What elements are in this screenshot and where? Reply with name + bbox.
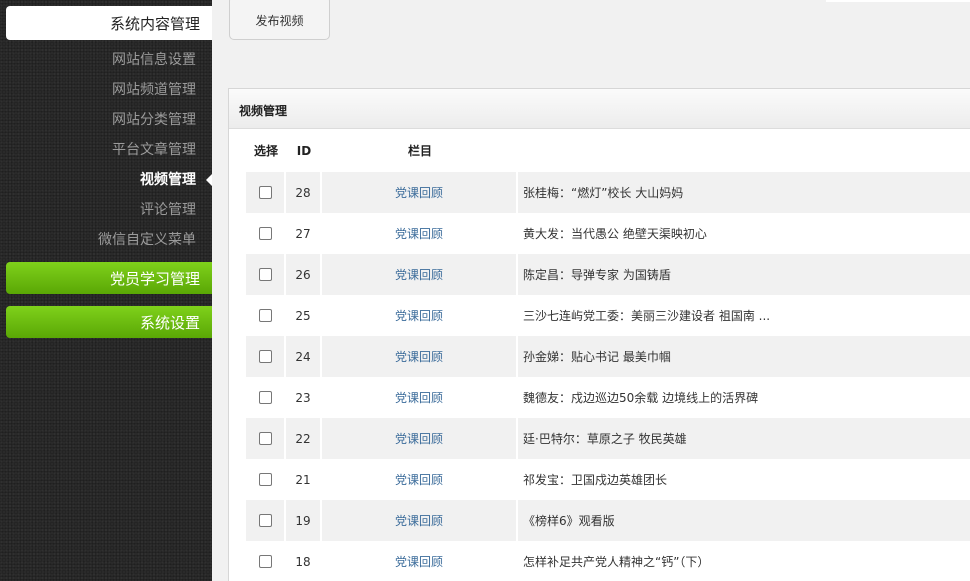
row-title: 黄大发：当代愚公 绝壁天渠映初心 [518,213,970,254]
row-column-link[interactable]: 党课回顾 [322,459,518,500]
select-cell [246,254,286,295]
publish-video-button[interactable]: 发布视频 [229,0,330,40]
sidebar-header-content-management[interactable]: 系统内容管理 [6,6,212,40]
row-checkbox[interactable] [258,432,272,445]
table-row: 23 党课回顾 魏德友：戍边巡边50余载 边境线上的活界碑 [246,377,970,418]
row-title: 祁发宝：卫国戍边英雄团长 [518,459,970,500]
row-id: 24 [286,336,322,377]
sidebar-item-articles[interactable]: 平台文章管理 [0,135,212,165]
row-title: 廷·巴特尔：草原之子 牧民英雄 [518,418,970,459]
table-row: 27 党课回顾 黄大发：当代愚公 绝壁天渠映初心 [246,213,970,254]
row-checkbox[interactable] [258,350,272,363]
select-cell [246,295,286,336]
table-header: 选择 ID 栏目 [246,129,970,172]
row-column-link[interactable]: 党课回顾 [322,377,518,418]
select-cell [246,336,286,377]
row-title: 怎样补足共产党人精神之“钙”（下） [518,541,970,581]
row-checkbox[interactable] [258,473,272,486]
sidebar-item-label: 平台文章管理 [112,142,196,158]
row-id: 19 [286,500,322,541]
publish-video-label: 发布视频 [255,13,304,28]
table-row: 18 党课回顾 怎样补足共产党人精神之“钙”（下） [246,541,970,581]
select-cell [246,541,286,581]
row-id: 26 [286,254,322,295]
sidebar-header-label: 系统内容管理 [109,14,200,33]
video-management-panel: 视频管理 选择 ID 栏目 28 党课回顾 张桂梅：“燃灯”校长 大山妈妈 27… [228,88,970,581]
row-column-link[interactable]: 党课回顾 [322,500,518,541]
sidebar-item-site-info[interactable]: 网站信息设置 [0,45,212,75]
row-column-link[interactable]: 党课回顾 [322,295,518,336]
row-title: 《榜样6》观看版 [518,500,970,541]
column-header-id: ID [296,143,312,158]
row-checkbox[interactable] [258,555,272,568]
sidebar-item-label: 视频管理 [140,172,196,188]
sidebar-item-wechat-menu[interactable]: 微信自定义菜单 [0,225,212,255]
table-body: 28 党课回顾 张桂梅：“燃灯”校长 大山妈妈 27 党课回顾 黄大发：当代愚公… [246,172,970,581]
sidebar-item-videos[interactable]: 视频管理 [0,165,212,195]
select-cell [246,172,286,213]
row-title: 孙金娣：贴心书记 最美巾帼 [518,336,970,377]
row-id: 23 [286,377,322,418]
row-title: 张桂梅：“燃灯”校长 大山妈妈 [518,172,970,213]
row-column-link[interactable]: 党课回顾 [322,213,518,254]
sidebar: 系统内容管理 网站信息设置 网站频道管理 网站分类管理 平台文章管理 视频管理 … [0,0,212,581]
row-title: 陈定昌：导弹专家 为国铸盾 [518,254,970,295]
sidebar-item-comments[interactable]: 评论管理 [0,195,212,225]
column-header-column: 栏目 [407,144,432,158]
row-id: 27 [286,213,322,254]
row-id: 22 [286,418,322,459]
row-column-link[interactable]: 党课回顾 [322,541,518,581]
sidebar-section-member-learning[interactable]: 党员学习管理 [6,262,212,294]
sidebar-section-label: 党员学习管理 [109,269,200,288]
row-checkbox[interactable] [258,268,272,281]
sidebar-section-label: 系统设置 [139,313,200,332]
column-header-select: 选择 [253,144,278,158]
row-column-link[interactable]: 党课回顾 [322,172,518,213]
row-id: 21 [286,459,322,500]
row-id: 25 [286,295,322,336]
sidebar-item-label: 评论管理 [140,202,196,218]
row-checkbox[interactable] [258,391,272,404]
table-row: 19 党课回顾 《榜样6》观看版 [246,500,970,541]
table-row: 24 党课回顾 孙金娣：贴心书记 最美巾帼 [246,336,970,377]
select-cell [246,500,286,541]
row-id: 18 [286,541,322,581]
row-column-link[interactable]: 党课回顾 [322,254,518,295]
video-table: 选择 ID 栏目 28 党课回顾 张桂梅：“燃灯”校长 大山妈妈 27 党课回顾… [246,129,970,581]
row-column-link[interactable]: 党课回顾 [322,418,518,459]
sidebar-section-system-settings[interactable]: 系统设置 [6,306,212,338]
row-checkbox[interactable] [258,227,272,240]
select-cell [246,213,286,254]
select-cell [246,418,286,459]
table-row: 28 党课回顾 张桂梅：“燃灯”校长 大山妈妈 [246,172,970,213]
row-title: 三沙七连屿党工委：美丽三沙建设者 祖国南 ... [518,295,970,336]
sidebar-item-label: 网站分类管理 [112,112,196,128]
top-divider [826,0,970,2]
sidebar-submenu: 网站信息设置 网站频道管理 网站分类管理 平台文章管理 视频管理 评论管理 微信… [0,45,212,255]
row-checkbox[interactable] [258,309,272,322]
table-row: 25 党课回顾 三沙七连屿党工委：美丽三沙建设者 祖国南 ... [246,295,970,336]
table-row: 21 党课回顾 祁发宝：卫国戍边英雄团长 [246,459,970,500]
sidebar-item-label: 微信自定义菜单 [98,232,196,248]
row-id: 28 [286,172,322,213]
row-title: 魏德友：戍边巡边50余载 边境线上的活界碑 [518,377,970,418]
sidebar-item-label: 网站频道管理 [112,82,196,98]
row-checkbox[interactable] [258,186,272,199]
active-caret-icon [206,174,212,186]
row-checkbox[interactable] [258,514,272,527]
row-column-link[interactable]: 党课回顾 [322,336,518,377]
table-row: 22 党课回顾 廷·巴特尔：草原之子 牧民英雄 [246,418,970,459]
sidebar-item-label: 网站信息设置 [112,52,196,68]
sidebar-item-site-categories[interactable]: 网站分类管理 [0,105,212,135]
table-row: 26 党课回顾 陈定昌：导弹专家 为国铸盾 [246,254,970,295]
panel-title: 视频管理 [229,89,970,129]
select-cell [246,377,286,418]
sidebar-item-site-channels[interactable]: 网站频道管理 [0,75,212,105]
select-cell [246,459,286,500]
